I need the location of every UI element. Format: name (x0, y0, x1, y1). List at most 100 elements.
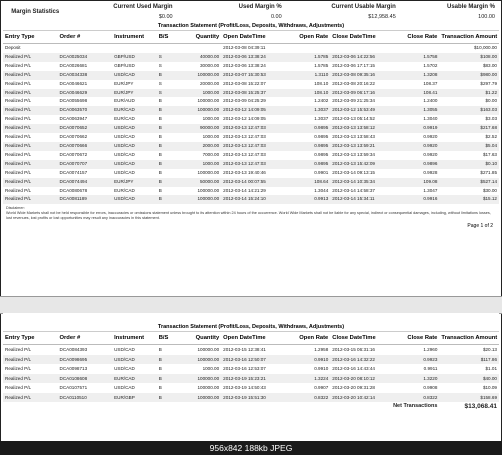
table-cell: Realized P/L (5, 151, 32, 157)
column-header: B/S (156, 332, 177, 345)
table-cell: B (156, 70, 177, 80)
table-row: Realized P/L DCA0046629 EUR/JPY S 1000.00 201… (3, 88, 499, 98)
table-row: Realized P/L DCA0026681 GBP/USD S 30000.00 20… (3, 62, 499, 71)
table-cell: 2012-03-16 14:32:22 (330, 354, 400, 364)
table-cell: Realized P/L (5, 98, 32, 104)
table-cell (58, 44, 113, 53)
table-cell: 0.9911 (423, 366, 438, 371)
table-cell: 2012-03-14 15:24:10 (221, 195, 291, 205)
table-cell: $17.63 (482, 151, 497, 157)
table-cell: $108.00 (439, 52, 499, 62)
table-cell: B (156, 124, 177, 134)
table-cell: 0.8322 (290, 392, 331, 402)
table-cell: 1.3047 (423, 187, 438, 193)
table-cell: $163.03 (439, 106, 499, 116)
table-cell: 100000.00 (197, 347, 220, 352)
table-cell: 100000.00 (176, 354, 222, 364)
column-header: Transaction Amount (439, 332, 499, 345)
table-row: Realized P/L DCA0063570 EUR/CAD B 100000.00 2… (3, 106, 499, 116)
page-number: Page 1 of 2 (467, 223, 493, 230)
table-row: Realized P/L DCA0074494 EUR/JPY B 50000.00 20… (3, 177, 499, 187)
table-cell: USD/CAD (112, 354, 157, 364)
table-cell: 0.8322 (399, 392, 440, 402)
table-cell: 2012-03-13 13:58:43 (332, 134, 375, 140)
table-cell: 2012-03-12 15:53:49 (330, 106, 400, 116)
table-cell: $0.00 (485, 98, 498, 104)
table-cell: 2012-03-08 15:25:37 (221, 88, 291, 98)
page-separator (0, 296, 502, 314)
table-cell: DCA0055698 (59, 98, 88, 104)
table-cell: Realized P/L (5, 366, 32, 371)
table-cell: $980.00 (439, 70, 499, 80)
summary-header: Current Used Margin (67, 2, 177, 12)
table-cell: 0.9895 (314, 134, 329, 140)
column-header: Entry Type (3, 332, 58, 345)
table-cell: 1.2400 (423, 98, 438, 104)
table-cell: 0.9920 (399, 141, 440, 151)
table-cell: 108.37 (423, 80, 438, 86)
table-cell: 0.9895 (314, 151, 329, 157)
table-cell: GBP/USD (112, 52, 157, 62)
table-cell: EUR/JPY (114, 80, 134, 86)
table-row: Realized P/L DCA0070652 USD/CAD B 90000.00 20… (3, 124, 499, 134)
table-cell: Realized P/L (3, 354, 58, 364)
table-cell: 2012-03-14 00:07:55 (221, 177, 291, 187)
net-transactions-label: Net Transactions (330, 402, 440, 412)
table-cell: 2012-03-08 04:39:11 (223, 45, 266, 50)
table-cell: Realized P/L (3, 392, 58, 402)
table-cell: $0.10 (439, 159, 499, 169)
table-cell: EUR/GBP (112, 392, 157, 402)
table-cell: 2012-03-13 12:47:03 (221, 159, 291, 169)
table-cell: 2012-03-13 12:47:03 (221, 141, 291, 151)
table-cell: DCA0098713 (59, 366, 88, 371)
table-cell: 2012-03-13 05:14:52 (332, 116, 375, 122)
table-row: Realized P/L DCA0081189 USD/CAD B 100000.00 2… (3, 195, 499, 205)
table-cell: B (156, 141, 177, 151)
table-cell: 1.3044 (314, 187, 329, 193)
table-cell: DCA0110510 (57, 392, 113, 402)
table-cell: $83.00 (482, 62, 497, 68)
table-cell: USD/CAD (112, 141, 157, 151)
table-cell: 20000.00 (200, 80, 220, 86)
summary-header: Used Margin % (176, 2, 286, 12)
table-cell: $20.13 (482, 347, 497, 352)
table-cell: S (158, 62, 162, 68)
column-header: Open DateTime (221, 31, 291, 44)
table-cell: $1.01 (485, 366, 498, 371)
margin-statistics-label: Margin Statistics (3, 2, 68, 22)
column-header: Instrument (112, 31, 157, 44)
table-cell: 0.9920 (423, 134, 438, 140)
table-cell: 2012-03-06 17:17:15 (332, 62, 375, 68)
table-cell: $297.79 (480, 80, 497, 86)
table-cell: 2012-03-14 10:35:34 (330, 177, 400, 187)
table-cell: USD/CAD (114, 134, 135, 140)
table-cell: 1.5758 (399, 52, 440, 62)
table-cell: $2.52 (485, 134, 498, 140)
table-cell: B (158, 169, 162, 175)
table-cell: 50000.00 (176, 177, 222, 187)
table-cell: S (158, 80, 162, 86)
table-cell: 100000.00 (197, 169, 220, 175)
table-cell: B (158, 116, 162, 122)
column-header: Close Rate (399, 332, 440, 345)
table-cell: 0.9913 (290, 195, 331, 205)
table-cell: 100000.00 (197, 98, 220, 104)
table-cell: $3.03 (485, 116, 498, 122)
column-header: Quantity (176, 31, 222, 44)
table-cell: 100000.00 (197, 385, 220, 390)
column-header: Close Rate (399, 31, 440, 44)
table-cell: EUR/CAD (112, 373, 157, 383)
table-cell: USD/CAD (112, 159, 157, 169)
column-header: Transaction Amount (439, 31, 499, 44)
column-header: Order # (57, 31, 113, 44)
table-cell: B (158, 347, 162, 352)
table-cell: 108.41 (399, 88, 440, 98)
table-cell: DCA0034338 (57, 70, 113, 80)
table-cell: DCA0046621 (59, 80, 88, 86)
table-cell: 0.9919 (399, 124, 440, 134)
table-cell: Realized P/L (3, 88, 58, 98)
table-cell: $271.85 (480, 169, 497, 175)
table-cell: B (156, 392, 177, 402)
table-cell: DCA0108608 (57, 373, 113, 383)
table-cell: 2012-03-06 13:38:24 (223, 62, 266, 68)
